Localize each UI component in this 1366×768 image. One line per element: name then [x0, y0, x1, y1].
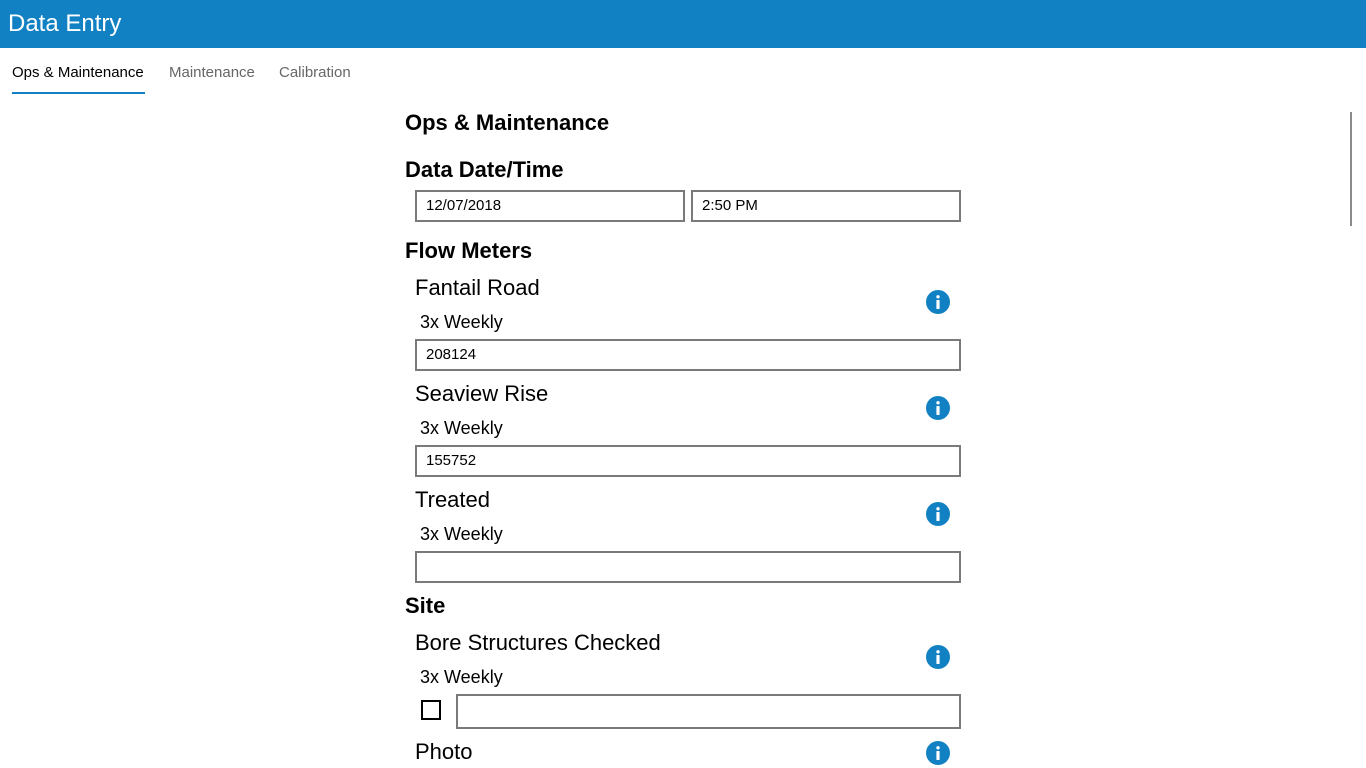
info-icon[interactable]	[926, 396, 950, 420]
info-icon[interactable]	[926, 741, 950, 765]
page-title: Ops & Maintenance	[405, 110, 610, 135]
flow-meter-label: Fantail Road	[415, 275, 540, 300]
bore-structures-comment-input[interactable]	[456, 694, 961, 729]
active-tab-indicator	[12, 92, 145, 94]
flow-meter-value-input[interactable]: 208124	[415, 339, 961, 371]
info-icon[interactable]	[926, 645, 950, 669]
tab-ops-maintenance[interactable]: Ops & Maintenance	[12, 64, 144, 82]
app-title: Data Entry	[8, 10, 122, 37]
date-field[interactable]: 12/07/2018	[415, 190, 685, 222]
frequency-label: 3x Weekly	[420, 312, 503, 332]
info-icon[interactable]	[926, 290, 950, 314]
flow-meter-label: Treated	[415, 487, 491, 512]
site-item-label: Photo	[415, 739, 473, 764]
frequency-label: 3x Weekly	[420, 418, 503, 438]
vertical-scrollbar[interactable]	[1350, 112, 1352, 226]
time-field[interactable]: 2:50 PM	[691, 190, 961, 222]
bore-structures-checkbox[interactable]	[421, 700, 441, 720]
section-heading-flow-meters: Flow Meters	[405, 238, 533, 263]
flow-meter-label: Seaview Rise	[415, 381, 549, 406]
title-bar: Data Entry	[0, 0, 1366, 48]
tab-calibration[interactable]: Calibration	[279, 64, 351, 82]
flow-meter-value-input[interactable]: 155752	[415, 445, 961, 477]
tab-bar: Ops & Maintenance Maintenance Calibratio…	[0, 48, 1366, 96]
tab-maintenance[interactable]: Maintenance	[169, 64, 255, 82]
frequency-label: 3x Weekly	[420, 524, 503, 544]
info-icon[interactable]	[926, 502, 950, 526]
flow-meter-value-input[interactable]	[415, 551, 961, 583]
site-item-label: Bore Structures Checked	[415, 630, 661, 655]
section-heading-datetime: Data Date/Time	[405, 157, 564, 182]
frequency-label: 3x Weekly	[420, 667, 503, 687]
section-heading-site: Site	[405, 593, 446, 618]
